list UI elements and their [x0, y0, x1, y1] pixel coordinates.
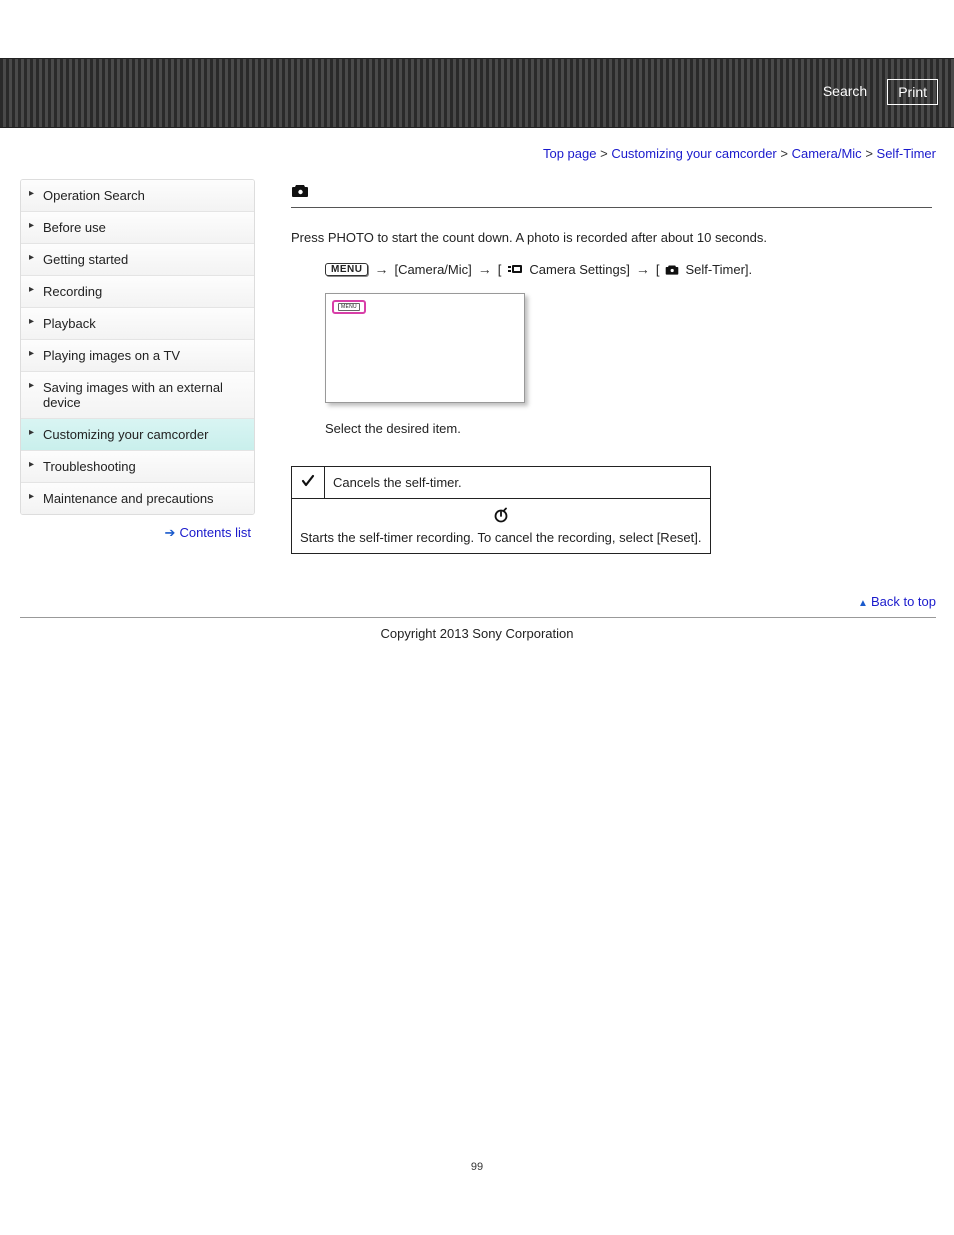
sidebar-item-playback[interactable]: Playback: [21, 308, 254, 340]
breadcrumb-separator: >: [865, 146, 876, 161]
sidebar-item-troubleshooting[interactable]: Troubleshooting: [21, 451, 254, 483]
path-camera-settings: Camera Settings]: [529, 262, 629, 277]
path-bracket: [: [498, 262, 502, 277]
step-instruction: Select the desired item.: [291, 421, 932, 436]
camera-icon: [291, 183, 309, 201]
sidebar-item-customizing[interactable]: Customizing your camcorder: [21, 419, 254, 451]
menu-button-icon: MENU: [325, 263, 368, 276]
breadcrumb-top-page[interactable]: Top page: [543, 146, 597, 161]
breadcrumb-separator: >: [600, 146, 611, 161]
sidebar-item-playing-images-tv[interactable]: Playing images on a TV: [21, 340, 254, 372]
breadcrumb: Top page > Customizing your camcorder > …: [0, 128, 954, 161]
breadcrumb-current: Self-Timer: [877, 146, 936, 161]
arrow-right-icon: →: [636, 261, 650, 277]
contents-list-link[interactable]: Contents list: [179, 525, 251, 540]
arrow-right-icon: ➔: [165, 525, 176, 540]
menu-label-mini: MENU: [338, 303, 360, 311]
sidebar-item-operation-search[interactable]: Operation Search: [21, 180, 254, 212]
arrow-right-icon: →: [374, 261, 388, 277]
sidebar: Operation Search Before use Getting star…: [0, 179, 255, 554]
sidebar-item-getting-started[interactable]: Getting started: [21, 244, 254, 276]
sidebar-item-recording[interactable]: Recording: [21, 276, 254, 308]
option-off-icon-cell: [292, 467, 325, 499]
print-button[interactable]: Print: [887, 79, 938, 105]
option-on-cell: Starts the self-timer recording. To canc…: [292, 499, 711, 554]
checkmark-icon: [300, 473, 316, 492]
search-button[interactable]: Search: [813, 79, 877, 105]
table-row: Starts the self-timer recording. To canc…: [292, 499, 711, 554]
path-self-timer: Self-Timer].: [685, 262, 752, 277]
triangle-up-icon: ▲: [858, 598, 868, 609]
sidebar-item-before-use[interactable]: Before use: [21, 212, 254, 244]
menu-navigation-path: MENU → [Camera/Mic] → [ Camera Settings]…: [291, 255, 932, 293]
option-off-description: Cancels the self-timer.: [325, 467, 711, 499]
breadcrumb-camera-mic[interactable]: Camera/Mic: [792, 146, 862, 161]
arrow-right-icon: →: [478, 261, 492, 277]
options-table: Cancels the self-timer. Starts the self-…: [291, 466, 711, 554]
header-bar: Search Print: [0, 58, 954, 128]
breadcrumb-customizing[interactable]: Customizing your camcorder: [611, 146, 776, 161]
path-camera-mic: [Camera/Mic]: [394, 262, 471, 277]
sidebar-item-saving-images[interactable]: Saving images with an external device: [21, 372, 254, 419]
intro-text: Press PHOTO to start the count down. A p…: [291, 230, 932, 245]
breadcrumb-separator: >: [780, 146, 791, 161]
page-number: 99: [0, 1161, 954, 1193]
copyright-text: Copyright 2013 Sony Corporation: [0, 618, 954, 641]
sidebar-item-maintenance[interactable]: Maintenance and precautions: [21, 483, 254, 514]
self-timer-icon: [493, 507, 509, 526]
main-content: Press PHOTO to start the count down. A p…: [255, 179, 954, 554]
section-header: [291, 179, 932, 208]
table-row: Cancels the self-timer.: [292, 467, 711, 499]
back-to-top-link[interactable]: Back to top: [871, 594, 936, 609]
menu-highlight: MENU: [332, 300, 366, 314]
option-on-description: Starts the self-timer recording. To canc…: [300, 530, 702, 545]
path-bracket: [: [656, 262, 660, 277]
camera-settings-icon: [507, 263, 523, 275]
camera-icon: [665, 264, 679, 275]
menu-screenshot: MENU: [325, 293, 525, 403]
